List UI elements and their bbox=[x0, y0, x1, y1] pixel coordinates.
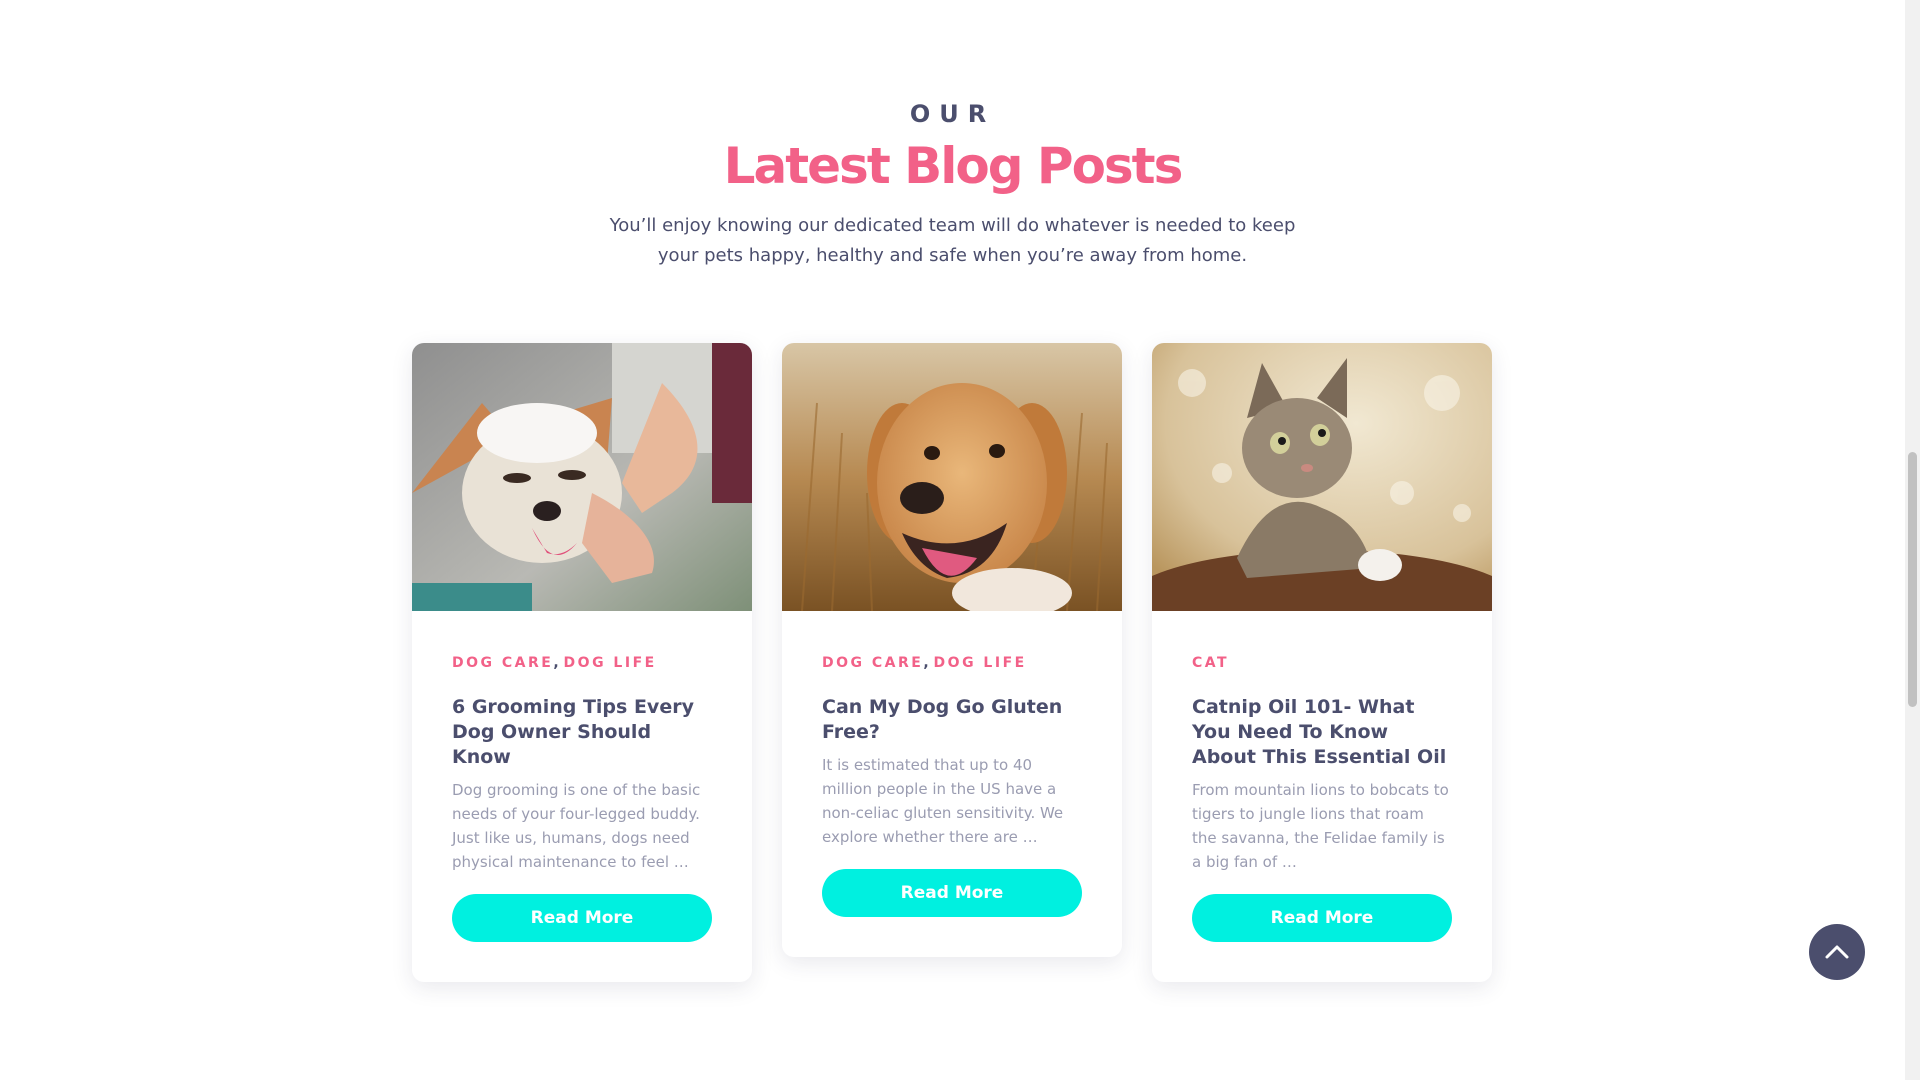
post-categories: CAT bbox=[1192, 655, 1452, 675]
post-title[interactable]: Catnip Oil 101- What You Need To Know Ab… bbox=[1192, 695, 1452, 770]
blog-section: OUR Latest Blog Posts You’ll enjoy knowi… bbox=[0, 0, 1905, 1080]
section-eyebrow: OUR bbox=[909, 100, 996, 128]
blog-card-catnip: CAT Catnip Oil 101- What You Need To Kno… bbox=[1152, 343, 1492, 982]
chevron-up-icon bbox=[1825, 945, 1849, 959]
post-excerpt: From mountain lions to bobcats to tigers… bbox=[1192, 781, 1449, 871]
blog-card-grooming: DOG CARE, DOG LIFE 6 Grooming Tips Every… bbox=[412, 343, 752, 982]
category-link[interactable]: DOG CARE bbox=[822, 655, 923, 671]
section-title: Latest Blog Posts bbox=[723, 137, 1184, 195]
scroll-to-top-button[interactable] bbox=[1809, 924, 1865, 980]
category-link[interactable]: CAT bbox=[1192, 655, 1229, 671]
read-more-button[interactable]: Read More bbox=[822, 869, 1082, 917]
category-link[interactable]: DOG CARE bbox=[452, 655, 553, 671]
golden-retriever-wheat-photo[interactable] bbox=[782, 343, 1122, 611]
category-link[interactable]: DOG LIFE bbox=[934, 655, 1027, 671]
post-categories: DOG CARE, DOG LIFE bbox=[822, 655, 1027, 671]
post-categories: DOG CARE, DOG LIFE bbox=[452, 655, 657, 671]
post-excerpt: Dog grooming is one of the basic needs o… bbox=[452, 781, 701, 871]
corgi-bath-photo[interactable] bbox=[412, 343, 752, 611]
post-title[interactable]: 6 Grooming Tips Every Dog Owner Should K… bbox=[452, 695, 712, 770]
section-subtitle: You’ll enjoy knowing our dedicated team … bbox=[609, 215, 1296, 266]
post-title[interactable]: Can My Dog Go Gluten Free? bbox=[822, 695, 1082, 745]
scrollbar-thumb[interactable] bbox=[1908, 452, 1917, 707]
read-more-button[interactable]: Read More bbox=[452, 894, 712, 942]
post-excerpt: It is estimated that up to 40 million pe… bbox=[822, 756, 1064, 846]
page: OUR Latest Blog Posts You’ll enjoy knowi… bbox=[0, 0, 1920, 1080]
kitten-photo[interactable] bbox=[1152, 343, 1492, 611]
category-link[interactable]: DOG LIFE bbox=[564, 655, 657, 671]
blog-card-gluten: DOG CARE, DOG LIFE Can My Dog Go Gluten … bbox=[782, 343, 1122, 957]
read-more-button[interactable]: Read More bbox=[1192, 894, 1452, 942]
